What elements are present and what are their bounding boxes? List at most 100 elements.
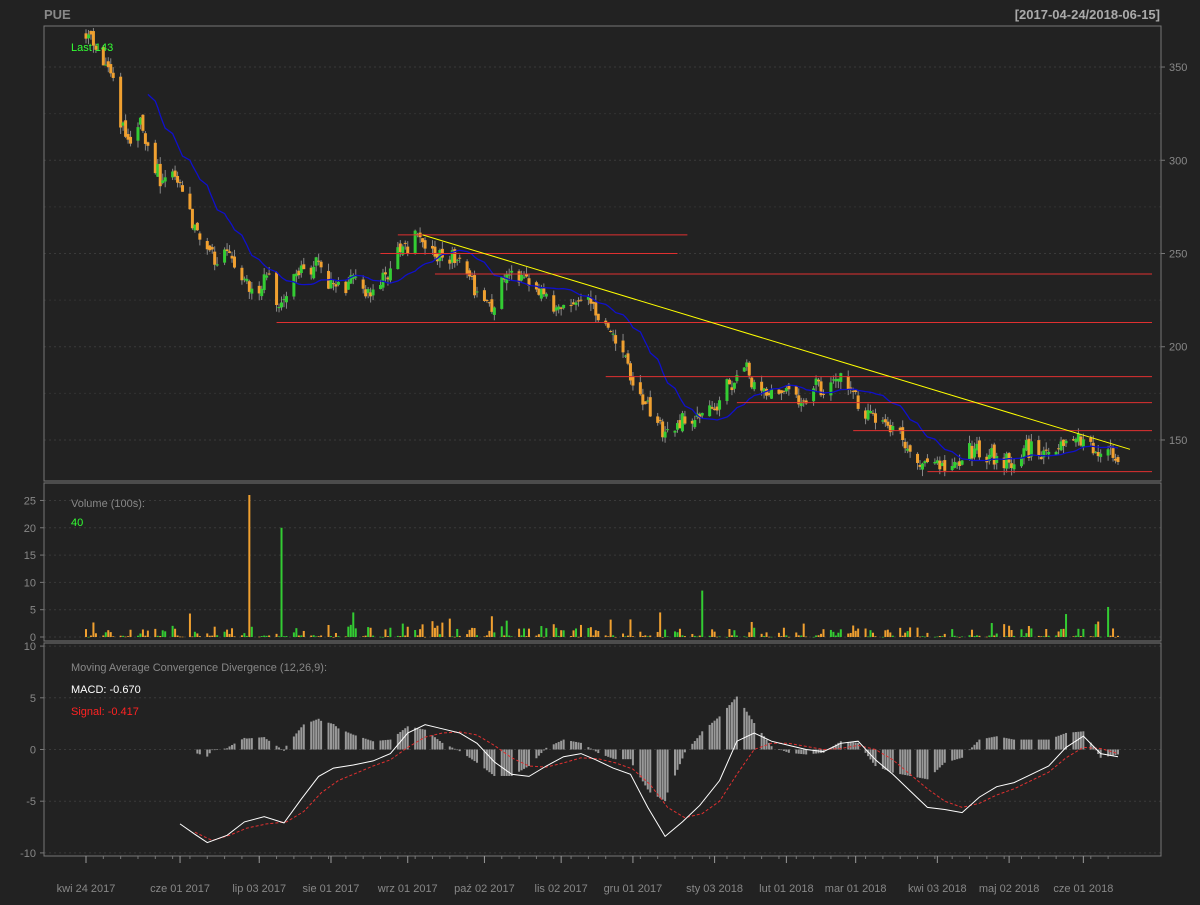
volume-bar (282, 636, 285, 637)
volume-bar (646, 636, 649, 637)
candle-body (1064, 440, 1068, 444)
volume-bar (889, 632, 892, 637)
candle-body (666, 429, 670, 431)
volume-bar (919, 636, 922, 638)
macd-histogram-bar (795, 749, 798, 754)
macd-histogram-bar (587, 747, 590, 750)
volume-bar (820, 633, 823, 637)
macd-histogram-bar (933, 749, 936, 773)
volume-bar (579, 624, 582, 637)
macd-histogram-bar (683, 749, 686, 753)
macd-histogram-bar (926, 749, 929, 780)
volume-bar (817, 635, 820, 637)
candle-body (829, 382, 833, 396)
macd-histogram-bar (1040, 739, 1043, 750)
macd-histogram-bar (213, 749, 216, 751)
macd-histogram-bar (416, 728, 419, 750)
volume-bar (275, 633, 278, 637)
candle-body (596, 313, 600, 321)
macd-histogram-bar (488, 749, 491, 773)
candle-body (1007, 453, 1011, 463)
date-range-title: [2017-04-24/2018-06-15] (1015, 7, 1160, 22)
macd-histogram-bar (500, 749, 503, 776)
volume-bar (575, 628, 578, 637)
macd-histogram-bar (389, 739, 392, 750)
macd-histogram-bar (468, 749, 471, 758)
candle-body (292, 274, 296, 297)
volume-bar (933, 636, 936, 638)
candle-body (873, 413, 877, 423)
macd-histogram-bar (448, 746, 451, 750)
macd-histogram-bar (1062, 733, 1065, 750)
candle-body (742, 367, 746, 372)
volume-bar (1055, 635, 1058, 637)
macd-histogram-bar (570, 740, 573, 750)
volume-bar (570, 636, 573, 637)
macd-histogram-bar (708, 724, 711, 750)
candle-body (383, 272, 387, 275)
volume-bar (404, 635, 407, 637)
volume-bar (381, 636, 384, 638)
volume-bar (1060, 629, 1063, 637)
candle-body (609, 331, 613, 333)
candle-body (195, 222, 199, 231)
volume-ytick-label: 20 (24, 523, 36, 535)
candle-body (331, 283, 335, 285)
volume-bar (451, 636, 454, 638)
volume-title: Volume (100s): (71, 498, 145, 510)
candle-body (361, 279, 365, 289)
macd-histogram-bar (327, 722, 330, 750)
candle-body (794, 386, 798, 395)
macd-histogram-bar (275, 745, 278, 750)
volume-bar (733, 630, 736, 637)
candle-body (510, 270, 514, 273)
macd-histogram-bar (626, 749, 629, 760)
candle-body (1037, 440, 1041, 456)
volume-bar (664, 629, 667, 637)
macd-histogram-bar (1057, 735, 1060, 750)
volume-bar (674, 631, 677, 637)
volume-bar (1047, 635, 1050, 637)
macd-histogram-bar (456, 749, 459, 751)
volume-bar (728, 629, 731, 637)
x-tick-label: sty 03 2018 (686, 883, 743, 895)
macd-histogram-bar (1027, 739, 1030, 750)
volume-bar (1089, 636, 1092, 637)
macd-histogram-bar (510, 749, 513, 776)
volume-bar (785, 635, 788, 637)
volume-bar (523, 628, 526, 637)
volume-bar (379, 636, 382, 638)
candle-body (594, 302, 598, 316)
volume-bar (476, 635, 479, 637)
candle-body (960, 460, 964, 465)
candle-body (336, 281, 340, 285)
volume-bar (89, 635, 92, 637)
volume-bar (107, 630, 110, 637)
volume-ytick-label: 10 (24, 577, 36, 589)
macd-histogram-bar (1020, 739, 1023, 750)
volume-bar (797, 635, 800, 637)
macd-histogram-bar (941, 749, 944, 766)
volume-bar (614, 636, 617, 638)
macd-histogram-bar (975, 742, 978, 750)
volume-bar (493, 632, 496, 637)
volume-bar (1008, 625, 1011, 637)
candle-body (747, 362, 751, 376)
volume-bar (881, 636, 884, 638)
volume-bar (198, 636, 201, 637)
volume-bar (1065, 614, 1068, 637)
macd-histogram-bar (797, 749, 800, 754)
macd-ytick-label: 0 (30, 745, 36, 757)
macd-histogram-bar (555, 743, 558, 750)
volume-bar (725, 636, 728, 638)
volume-bar (683, 636, 686, 637)
volume-bar (938, 635, 941, 637)
volume-bar (367, 627, 370, 637)
candle-body (817, 379, 821, 382)
candle-body (621, 340, 625, 353)
volume-bar (795, 632, 798, 637)
volume-bar (334, 632, 337, 637)
macd-histogram-bar (604, 749, 607, 756)
volume-bar (1092, 636, 1095, 638)
macd-histogram-bar (716, 718, 719, 750)
